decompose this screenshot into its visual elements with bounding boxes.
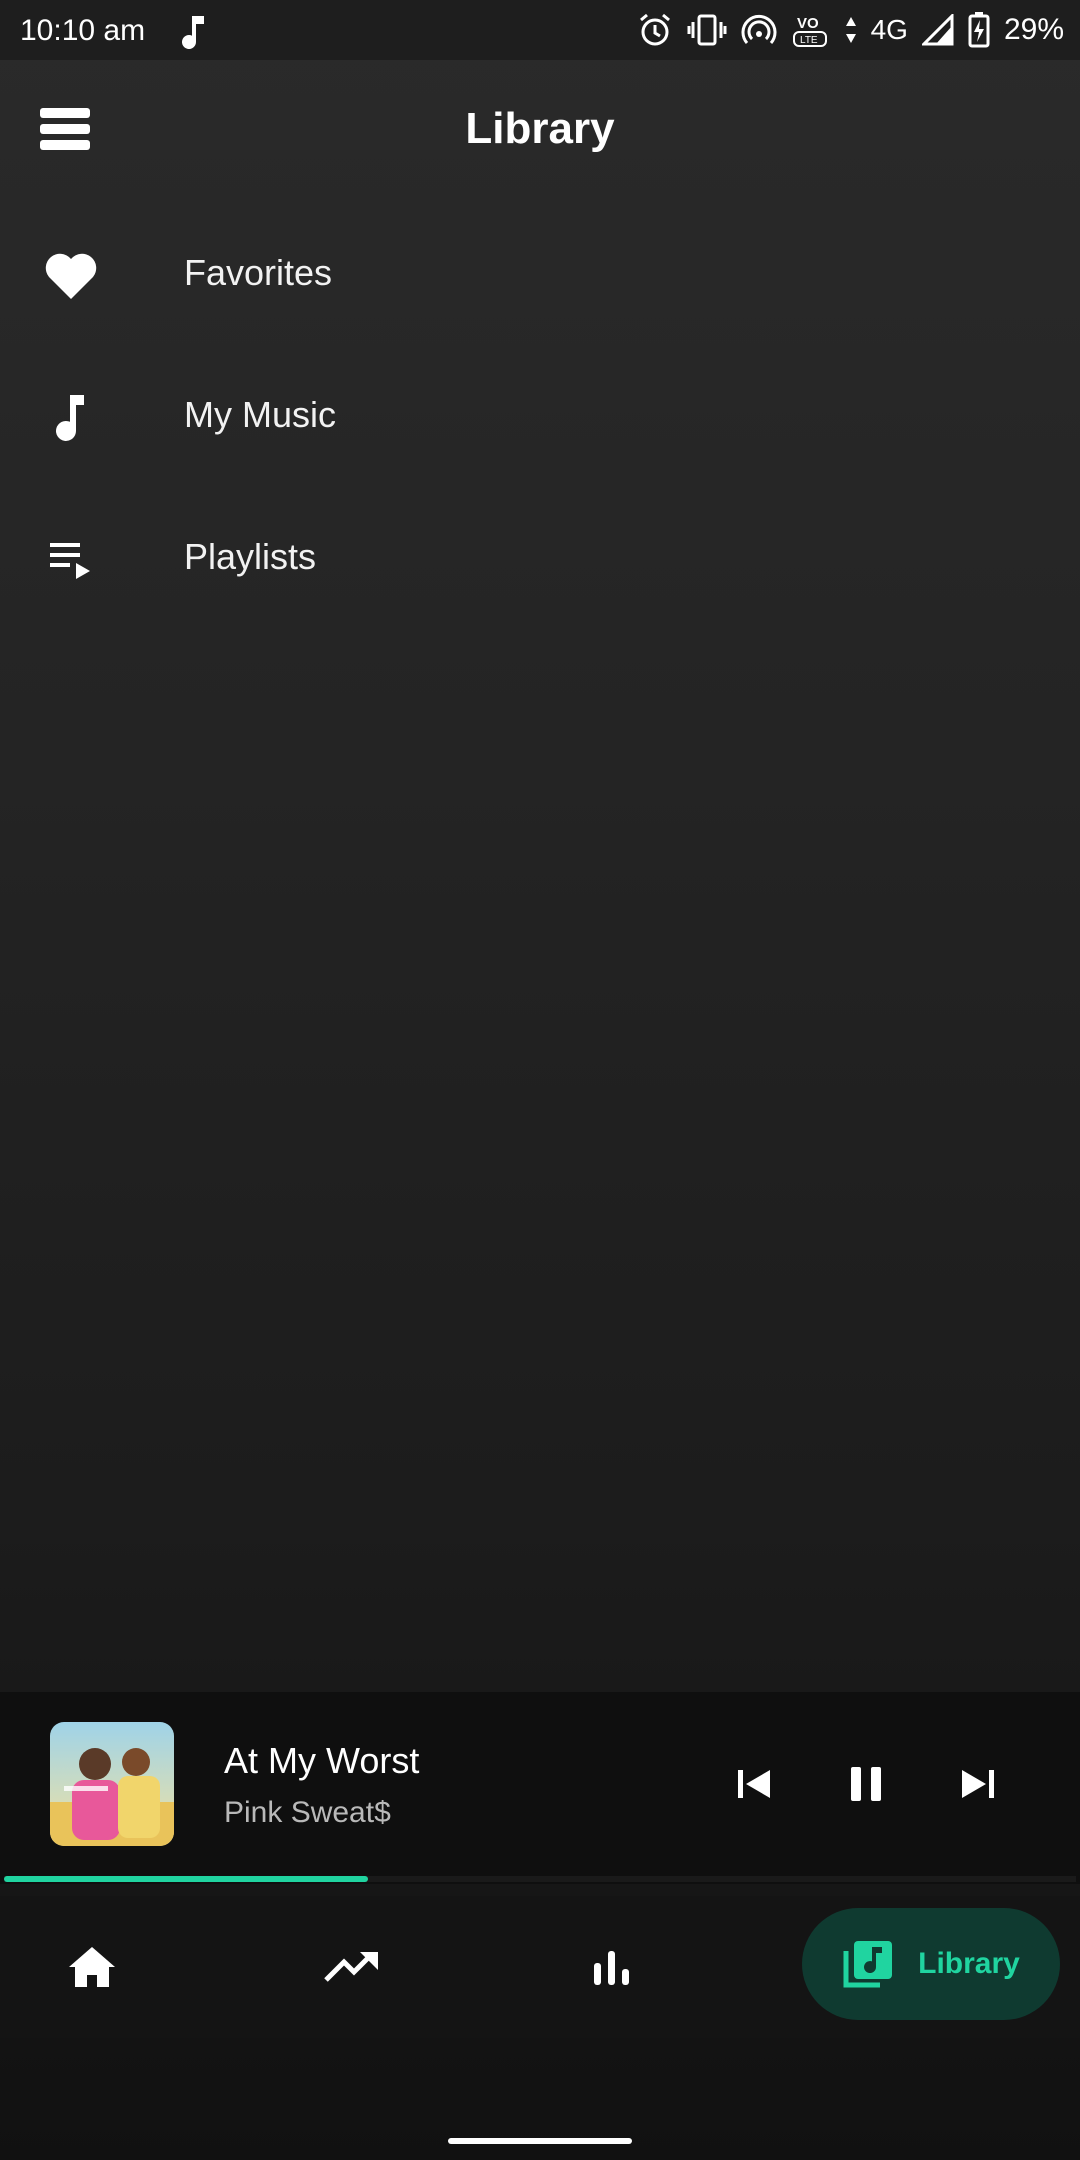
library-item-label: Playlists <box>184 536 317 577</box>
home-icon <box>69 1947 115 1987</box>
svg-text:LTE: LTE <box>800 35 818 46</box>
library-item-label: My Music <box>184 394 336 435</box>
music-note-icon <box>40 388 102 448</box>
battery-charging-icon <box>968 12 990 48</box>
library-item-my-music[interactable]: My Music <box>0 358 1080 478</box>
volte-icon: VO LTE <box>791 10 831 50</box>
skip-previous-icon <box>738 1770 770 1798</box>
trending-icon <box>324 1952 378 1982</box>
pause-button[interactable] <box>834 1752 898 1816</box>
network-type: 4G <box>870 14 908 45</box>
gesture-navigation-bar[interactable] <box>448 2138 632 2144</box>
library-item-playlists[interactable]: Playlists <box>0 500 1080 620</box>
library-item-favorites[interactable]: Favorites <box>0 216 1080 336</box>
pause-icon <box>851 1767 881 1801</box>
nav-home[interactable] <box>52 1922 132 2012</box>
alarm-icon <box>637 12 673 48</box>
signal-icon <box>921 14 954 46</box>
skip-next-icon <box>962 1770 994 1798</box>
vibrate-icon <box>687 12 727 48</box>
charts-icon <box>594 1951 629 1985</box>
playlist-icon <box>40 530 102 590</box>
page-title: Library <box>465 104 615 153</box>
album-art[interactable] <box>50 1722 174 1846</box>
track-artist: Pink Sweat$ <box>224 1796 391 1829</box>
nav-library[interactable]: Library <box>802 1908 1060 2020</box>
track-title: At My Worst <box>224 1740 420 1781</box>
bottom-navigation: Library <box>0 1896 1080 2038</box>
nav-library-label: Library <box>918 1947 1020 1980</box>
data-arrows-icon <box>845 15 857 45</box>
battery-percent: 29% <box>1003 13 1064 46</box>
previous-button[interactable] <box>722 1752 786 1816</box>
next-button[interactable] <box>946 1752 1010 1816</box>
nav-charts[interactable] <box>572 1922 652 2012</box>
app-screen: 10:10 am VO LTE 4G 29% Library Favorites… <box>0 0 1080 2160</box>
library-music-icon <box>843 1941 893 1988</box>
music-note-status-icon <box>178 14 208 50</box>
mini-player[interactable]: At My Worst Pink Sweat$ <box>0 1692 1080 1884</box>
hotspot-icon <box>741 12 777 48</box>
library-item-label: Favorites <box>184 252 333 293</box>
status-time: 10:10 am <box>20 14 146 47</box>
status-icons: VO LTE 4G 29% <box>637 10 1064 50</box>
nav-trending[interactable] <box>312 1922 392 2012</box>
playback-progress-fill <box>4 1876 369 1882</box>
heart-icon <box>40 246 102 306</box>
playback-progress-track[interactable] <box>4 1876 1076 1882</box>
status-bar: 10:10 am VO LTE 4G 29% <box>0 0 1080 60</box>
svg-text:VO: VO <box>797 15 819 32</box>
